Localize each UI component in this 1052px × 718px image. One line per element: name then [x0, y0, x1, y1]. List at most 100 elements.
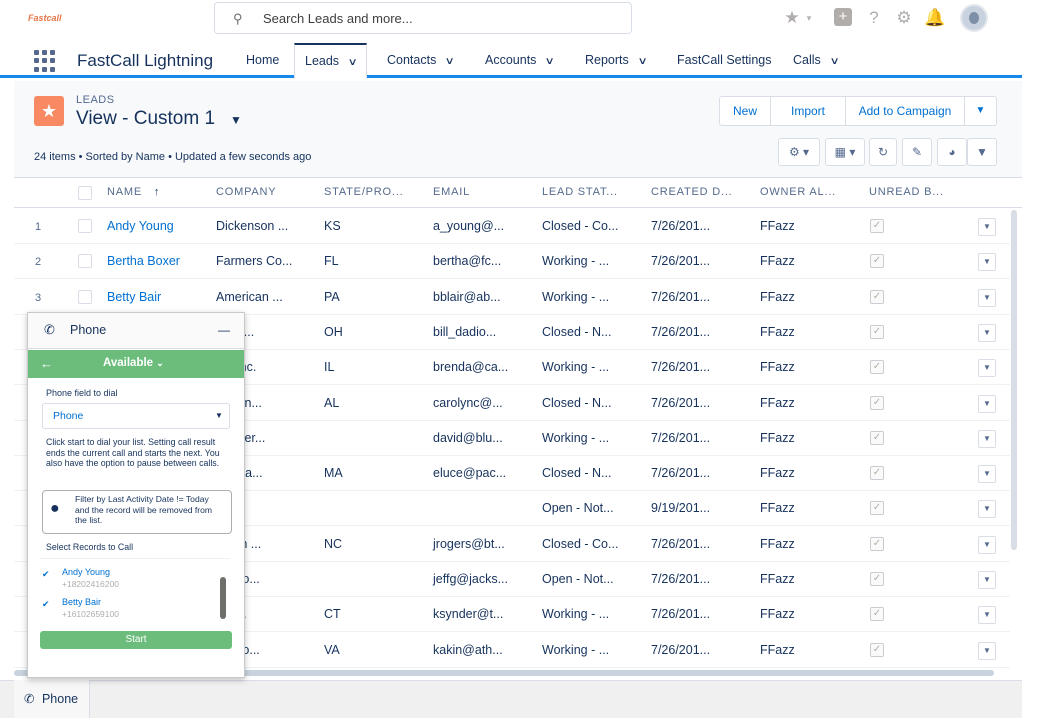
lead-name-link[interactable]: Bertha Boxer	[107, 254, 180, 268]
app-launcher-icon[interactable]	[34, 50, 56, 72]
utility-bar	[0, 680, 1022, 718]
cell-status: Working - ...	[542, 254, 610, 269]
list-view-picker-chevron-icon[interactable]: ▼	[230, 113, 242, 127]
setup-gear-icon[interactable]: ⚙	[894, 8, 914, 28]
select-all-checkbox[interactable]	[78, 186, 92, 200]
row-actions-chevron-icon[interactable]: ▼	[978, 641, 996, 660]
list-view-name[interactable]: View - Custom 1	[76, 108, 215, 130]
column-header-unread[interactable]: UNREAD B...	[869, 186, 944, 198]
display-as-table-icon[interactable]: ▦ ▾	[825, 138, 865, 166]
start-dialing-button[interactable]: Start	[40, 631, 232, 649]
column-header-created-date[interactable]: CREATED D...	[651, 186, 733, 198]
global-add-icon[interactable]: +	[834, 8, 854, 28]
import-button[interactable]: Import	[770, 96, 846, 126]
refresh-icon[interactable]: ↻	[869, 138, 897, 166]
row-actions-chevron-icon[interactable]: ▼	[978, 394, 996, 413]
global-search-input[interactable]: ⚲ Search Leads and more...	[214, 2, 632, 34]
column-header-email[interactable]: EMAIL	[433, 186, 470, 198]
phone-field-select[interactable]: Phone ▼	[42, 403, 230, 429]
column-header-company[interactable]: COMPANY	[216, 186, 276, 198]
row-actions-chevron-icon[interactable]: ▼	[978, 465, 996, 484]
record-item[interactable]: ✔ Andy Young +18202416200	[40, 567, 220, 595]
row-actions-chevron-icon[interactable]: ▼	[978, 606, 996, 625]
chevron-down-icon[interactable]: ∨	[348, 47, 358, 79]
user-avatar[interactable]	[960, 4, 988, 32]
row-actions-chevron-icon[interactable]: ▼	[978, 535, 996, 554]
tab-contacts[interactable]: Contacts ∨	[377, 42, 464, 78]
row-actions-chevron-icon[interactable]: ▼	[978, 571, 996, 589]
filter-funnel-icon[interactable]: ▼	[967, 138, 997, 166]
tab-reports[interactable]: Reports ∨	[575, 42, 656, 78]
list-settings-gear-icon[interactable]: ⚙ ▾	[778, 138, 820, 166]
add-to-campaign-button[interactable]: Add to Campaign	[845, 96, 965, 126]
chevron-down-icon[interactable]: ∨	[445, 44, 455, 80]
row-actions-chevron-icon[interactable]: ▼	[978, 288, 996, 307]
chevron-down-icon[interactable]: ∨	[829, 44, 839, 80]
vertical-scrollbar[interactable]	[1011, 210, 1017, 550]
table-row[interactable]: 1 Andy Young Dickenson ... KS a_young@... Clo…	[14, 209, 1010, 244]
new-button[interactable]: New	[719, 96, 771, 126]
column-header-lead-status[interactable]: LEAD STAT...	[542, 186, 618, 198]
notifications-bell-icon[interactable]: 🔔	[924, 8, 945, 28]
more-actions-chevron-icon[interactable]: ▼	[964, 96, 997, 126]
list-meta-info: 24 items • Sorted by Name • Updated a fe…	[34, 151, 312, 163]
tab-leads[interactable]: Leads ∨	[294, 43, 368, 79]
cell-owner: FFazz	[760, 607, 795, 622]
table-row[interactable]: 3 Betty Bair American ... PA bblair@ab... Wor…	[14, 280, 1010, 315]
cell-email: jeffg@jacks...	[433, 572, 508, 586]
checked-icon[interactable]: ✔	[42, 599, 52, 609]
chevron-down-icon[interactable]: ∨	[545, 44, 555, 80]
unread-by-owner-checkbox: ✓	[870, 642, 884, 657]
help-icon[interactable]: ?	[864, 8, 884, 28]
minimize-icon[interactable]: —	[218, 323, 230, 337]
tab-home[interactable]: Home	[236, 42, 289, 78]
row-actions-chevron-icon[interactable]: ▼	[978, 500, 996, 519]
cell-owner: FFazz	[760, 536, 795, 551]
records-scrollbar[interactable]	[220, 577, 226, 619]
cell-company: American ...	[216, 289, 283, 304]
column-header-owner-alias[interactable]: OWNER AL...	[760, 186, 836, 198]
tab-calls[interactable]: Calls ∨	[783, 42, 848, 78]
cell-owner: FFazz	[760, 289, 795, 304]
checked-icon[interactable]: ✔	[42, 569, 52, 579]
cell-status: Closed - N...	[542, 395, 612, 410]
unread-by-owner-checkbox: ✓	[870, 395, 884, 410]
row-actions-chevron-icon[interactable]: ▼	[978, 359, 996, 378]
row-checkbox[interactable]	[78, 254, 92, 269]
cell-created: 7/26/201...	[651, 360, 711, 375]
navigation-bar: FastCall Lightning Home Leads ∨ Contacts ∨ Ac…	[0, 42, 1022, 79]
cell-status: Working - ...	[542, 642, 610, 657]
utility-bar-phone-button[interactable]: ✆ Phone	[14, 680, 90, 718]
records-to-call-list[interactable]: ✔ Andy Young +18202416200 ✔ Betty Bair +…	[40, 558, 230, 622]
fastcall-logo[interactable]: Fastcall	[28, 13, 62, 23]
cell-created: 7/26/201...	[651, 572, 711, 586]
favorites-star-icon[interactable]: ★	[782, 8, 802, 28]
record-item[interactable]: ✔ Betty Bair +16102659100	[40, 597, 220, 622]
row-actions-chevron-icon[interactable]: ▼	[978, 323, 996, 342]
cell-owner: FFazz	[760, 219, 795, 233]
phone-status-bar: ← Available ⌄	[28, 350, 244, 378]
tab-accounts[interactable]: Accounts ∨	[475, 42, 564, 78]
lead-name-link[interactable]: Andy Young	[107, 219, 174, 233]
row-number: 2	[35, 256, 42, 269]
lead-name-link[interactable]: Betty Bair	[107, 290, 161, 304]
cell-state: IL	[324, 360, 335, 375]
row-actions-chevron-icon[interactable]: ▼	[978, 429, 996, 448]
charts-pie-icon[interactable]: ◕	[937, 138, 967, 166]
chevron-down-icon[interactable]: ∨	[637, 44, 647, 80]
select-chevron-icon: ▼	[215, 411, 223, 420]
tab-fastcall-settings[interactable]: FastCall Settings	[667, 42, 781, 78]
cell-state: MA	[324, 466, 343, 481]
availability-status-dropdown[interactable]: Available ⌄	[103, 357, 164, 369]
row-actions-chevron-icon[interactable]: ▼	[978, 218, 996, 236]
cell-status: Closed - Co...	[542, 219, 619, 233]
column-header-state[interactable]: STATE/PRO...	[324, 186, 403, 198]
row-actions-chevron-icon[interactable]: ▼	[978, 253, 996, 272]
row-checkbox[interactable]	[78, 289, 92, 304]
edit-pencil-icon[interactable]: ✎	[902, 138, 932, 166]
column-header-name[interactable]: NAME ↑	[107, 186, 160, 198]
table-row[interactable]: 2 Bertha Boxer Farmers Co... FL bertha@fc...…	[14, 244, 1010, 280]
back-arrow-icon[interactable]: ←	[40, 356, 53, 371]
favorites-menu-chevron-icon[interactable]: ▾	[802, 8, 816, 28]
row-checkbox[interactable]	[78, 219, 92, 233]
